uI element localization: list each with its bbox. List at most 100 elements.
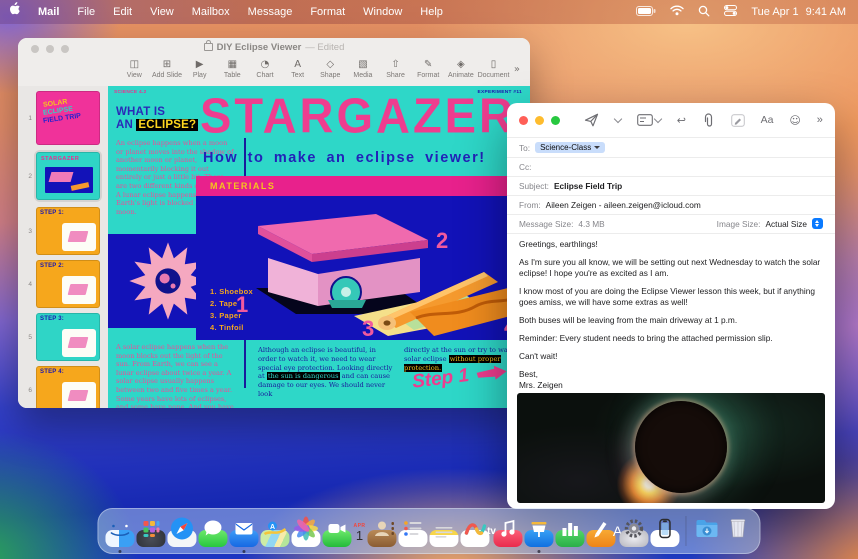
emoji-button[interactable]: ☺: [789, 114, 800, 127]
mail-toolbar: ↩ Aa ☺ »: [507, 103, 835, 138]
slide-thumbnail-2-selected[interactable]: STARGAZER: [34, 150, 102, 202]
materials-header: MATERIALS: [196, 176, 530, 196]
dock: A APR 1 tv A: [97, 508, 760, 554]
slide-thumbnail-5[interactable]: STEP 3:: [36, 313, 100, 361]
slide-navigator: 1 SOLAR ECLIPSE FIELD TRIP 2 STARGAZER 3…: [18, 86, 108, 408]
menu-date: Tue Apr 1: [751, 6, 798, 18]
markup-button[interactable]: [731, 114, 745, 127]
dock-mail[interactable]: [229, 530, 258, 547]
toolbar-media-button[interactable]: ▧Media: [347, 58, 380, 79]
dock-safari[interactable]: [167, 530, 196, 547]
toolbar-table-button[interactable]: ▦Table: [216, 58, 249, 79]
size-row: Message Size: 4.3 MB Image Size: Actual …: [507, 214, 835, 234]
media-icon: ▧: [347, 58, 380, 71]
menu-item-edit[interactable]: Edit: [104, 0, 141, 24]
keynote-titlebar[interactable]: DIY Eclipse Viewer — Edited: [18, 38, 530, 56]
dock-downloads[interactable]: [693, 530, 722, 547]
slide-canvas[interactable]: SCIENCE 4.2 EXPERIMENT #11 WHAT IS AN EC…: [108, 86, 530, 408]
wifi-icon[interactable]: [670, 5, 684, 19]
image-size-select[interactable]: Actual Size: [765, 218, 823, 229]
menu-item-window[interactable]: Window: [354, 0, 411, 24]
recipient-token[interactable]: Science-Class: [535, 142, 605, 153]
message-body[interactable]: Greetings, earthlings! As I'm sure you a…: [519, 239, 823, 391]
search-icon[interactable]: [698, 5, 710, 20]
reply-indicator-button[interactable]: ↩: [677, 114, 686, 127]
slide-thumbnail-6[interactable]: STEP 4:: [36, 366, 100, 408]
svg-text:2: 2: [436, 228, 448, 253]
chevron-down-icon: [594, 146, 600, 149]
dock-pages[interactable]: [587, 530, 616, 547]
menu-item-mailbox[interactable]: Mailbox: [183, 0, 239, 24]
dock-contacts[interactable]: [368, 530, 397, 547]
attachment-eclipse-photo[interactable]: [517, 393, 825, 503]
send-button[interactable]: [584, 113, 599, 127]
menu-item-view[interactable]: View: [141, 0, 183, 24]
slide-thumbnail-1[interactable]: SOLAR ECLIPSE FIELD TRIP: [36, 91, 100, 145]
menu-item-message[interactable]: Message: [239, 0, 302, 24]
dock-finder[interactable]: [105, 530, 134, 547]
toolbar-add-slide-button[interactable]: ⊞Add Slide: [151, 58, 184, 79]
close-button[interactable]: [31, 45, 39, 53]
toolbar-animate-button[interactable]: ◈Animate: [445, 58, 478, 79]
dock-freeform[interactable]: [461, 530, 490, 547]
dock-maps[interactable]: A: [260, 530, 289, 547]
attach-button[interactable]: [702, 113, 715, 128]
lock-icon: [204, 43, 213, 51]
zoom-button[interactable]: [61, 45, 69, 53]
shape-icon: ◇: [314, 58, 347, 71]
send-options-button[interactable]: [615, 118, 621, 122]
gear-icon: [620, 530, 649, 543]
apple-icon: [9, 2, 20, 15]
keynote-window: DIY Eclipse Viewer — Edited ◫View ⊞Add S…: [18, 38, 530, 408]
menu-item-format[interactable]: Format: [301, 0, 354, 24]
from-field[interactable]: From: Aileen Zeigen - aileen.zeigen@iclo…: [507, 195, 835, 215]
slide-footer-left: Although an eclipse is beautiful, in ord…: [258, 346, 394, 399]
dock-music[interactable]: [494, 530, 523, 547]
toolbar-text-button[interactable]: AText: [281, 58, 314, 79]
close-button[interactable]: [519, 116, 528, 125]
battery-icon[interactable]: [636, 6, 656, 19]
toolbar-document-button[interactable]: ▯Document: [477, 58, 510, 79]
header-fields-button[interactable]: [637, 114, 661, 126]
keynote-window-title: DIY Eclipse Viewer: [217, 42, 302, 53]
dock-reminders[interactable]: [399, 530, 428, 547]
control-center-icon[interactable]: [724, 5, 737, 19]
dock-facetime[interactable]: [322, 530, 351, 547]
toolbar-overflow-button[interactable]: »: [817, 114, 823, 126]
menu-item-help[interactable]: Help: [411, 0, 452, 24]
dock-calendar[interactable]: APR 1: [353, 523, 365, 543]
toolbar-play-button[interactable]: ▶Play: [183, 58, 216, 79]
minimize-button[interactable]: [46, 45, 54, 53]
toolbar-overflow-button[interactable]: »: [510, 58, 522, 75]
menu-item-file[interactable]: File: [68, 0, 104, 24]
toolbar-chart-button[interactable]: ◔Chart: [249, 58, 282, 79]
toolbar-view-button[interactable]: ◫View: [118, 58, 151, 79]
slide-thumbnail-3[interactable]: STEP 1:: [36, 207, 100, 255]
dock-photos[interactable]: [291, 530, 320, 547]
chevron-down-icon: [614, 115, 622, 123]
dock-keynote[interactable]: [525, 530, 554, 547]
zoom-button[interactable]: [551, 116, 560, 125]
cc-field[interactable]: Cc:: [507, 157, 835, 177]
dock-iphone-mirroring[interactable]: [651, 530, 680, 547]
video-camera-icon: [322, 530, 351, 543]
apple-menu[interactable]: [0, 0, 29, 24]
toolbar-share-button[interactable]: ⇧Share: [379, 58, 412, 79]
menu-clock[interactable]: Tue Apr 1 9:41 AM: [751, 6, 846, 18]
dock-trash[interactable]: [724, 530, 753, 547]
dock-messages[interactable]: [198, 530, 227, 547]
minimize-button[interactable]: [535, 116, 544, 125]
menu-item-mail[interactable]: Mail: [29, 0, 68, 24]
dock-numbers[interactable]: [556, 530, 585, 547]
markup-icon: [731, 114, 745, 127]
slide-paragraph-2: A solar eclipse happens when the moon bl…: [116, 343, 234, 408]
toolbar-format-button[interactable]: ✎Format: [412, 58, 445, 79]
subject-field[interactable]: Subject: Eclipse Field Trip: [507, 176, 835, 196]
to-field[interactable]: To: Science-Class: [507, 138, 835, 158]
format-button[interactable]: Aa: [761, 114, 774, 126]
dock-system-settings[interactable]: [620, 530, 649, 547]
slide-thumbnail-4[interactable]: STEP 2:: [36, 260, 100, 308]
dock-notes[interactable]: [430, 530, 459, 547]
toolbar-shape-button[interactable]: ◇Shape: [314, 58, 347, 79]
dock-launchpad[interactable]: [136, 530, 165, 547]
